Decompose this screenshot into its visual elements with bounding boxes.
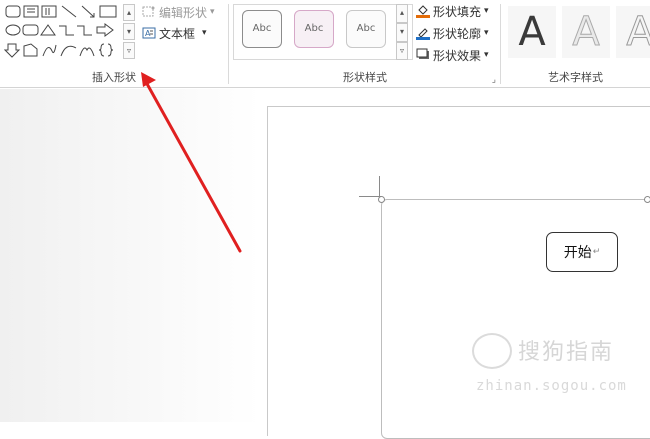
annotation-arrow (141, 72, 242, 253)
